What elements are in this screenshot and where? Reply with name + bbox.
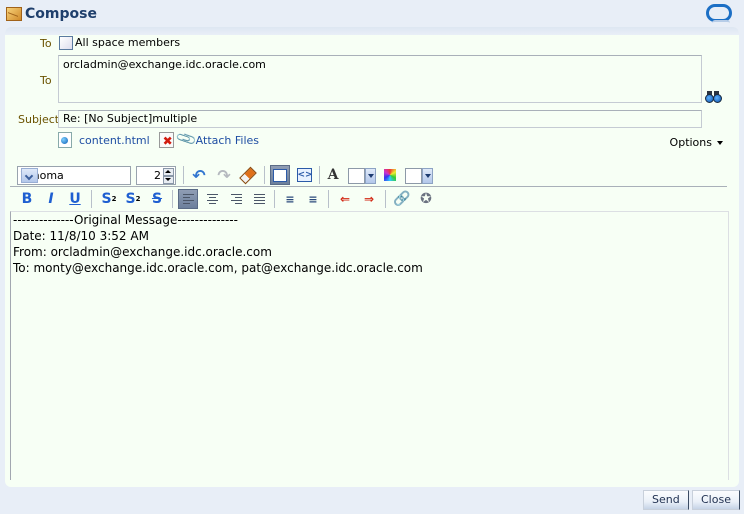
align-right-button[interactable]	[227, 190, 245, 208]
subject-input[interactable]: Re: [No Subject]multiple	[58, 110, 702, 128]
undo-icon[interactable]: ↶	[190, 166, 208, 185]
indent-icon[interactable]: ⇒	[360, 190, 378, 208]
italic-button[interactable]: I	[42, 190, 60, 208]
align-left-button[interactable]	[178, 189, 198, 209]
all-space-members-label: All space members	[75, 36, 181, 49]
font-size-value: 2	[154, 169, 161, 182]
paperclip-icon[interactable]: 📎	[175, 128, 198, 151]
background-color-dropdown[interactable]	[422, 168, 433, 184]
panel-header	[5, 27, 739, 35]
chevron-down-icon[interactable]	[21, 168, 38, 183]
increment-arrow-icon[interactable]	[163, 168, 174, 176]
eraser-icon[interactable]	[239, 166, 257, 184]
bold-button[interactable]: B	[18, 190, 36, 208]
attachment-link[interactable]: content.html	[79, 134, 150, 147]
strikethrough-button[interactable]: S	[148, 190, 166, 208]
numbered-list-icon[interactable]: ≡	[304, 190, 322, 208]
body-line: --------------Original Message----------…	[13, 213, 238, 227]
justify-button[interactable]	[250, 190, 268, 208]
toolbar-separator	[183, 166, 184, 184]
font-family-select[interactable]: Tahoma	[17, 166, 131, 185]
toolbar-separator	[172, 190, 173, 208]
to-label: To	[40, 37, 52, 50]
options-menu[interactable]: Options	[670, 136, 723, 149]
body-line: To: monty@exchange.idc.oracle.com, pat@e…	[13, 261, 423, 275]
text-color-icon[interactable]: A	[324, 166, 342, 184]
superscript-label: S	[125, 191, 136, 207]
options-label: Options	[669, 136, 712, 149]
attachments-row: content.html 📎 Attach Files	[58, 128, 259, 151]
to-recipients-label: To	[40, 74, 52, 87]
outdent-icon[interactable]: ⇐	[336, 190, 354, 208]
decrement-arrow-icon[interactable]	[163, 176, 174, 184]
message-body-editor[interactable]: --------------Original Message----------…	[10, 211, 729, 480]
subject-label: Subject	[18, 113, 60, 126]
subject-value: Re: [No Subject]multiple	[63, 112, 198, 125]
insert-link-icon[interactable]: 🔗	[393, 190, 411, 208]
redo-icon[interactable]: ↷	[215, 166, 233, 185]
background-color-icon[interactable]	[381, 166, 399, 184]
bulleted-list-icon[interactable]: ≡	[281, 190, 299, 208]
background-color-swatch[interactable]	[405, 168, 422, 184]
rich-text-mode-icon[interactable]	[270, 165, 290, 185]
toolbar-separator	[91, 190, 92, 208]
text-color-dropdown[interactable]	[365, 168, 376, 184]
remove-attachment-icon[interactable]	[158, 132, 174, 148]
attach-files-link[interactable]: Attach Files	[196, 134, 259, 147]
body-line: Date: 11/8/10 3:52 AM	[13, 229, 149, 243]
remove-link-icon[interactable]: ✪	[417, 190, 435, 208]
source-code-mode-icon[interactable]: <>	[295, 166, 313, 184]
toolbar-separator	[385, 190, 386, 208]
html-document-icon	[58, 132, 72, 148]
chevron-down-icon	[717, 141, 723, 145]
underline-button[interactable]: U	[66, 190, 84, 208]
font-size-spinner[interactable]: 2	[136, 166, 176, 185]
search-recipients-binoculars-icon[interactable]	[705, 91, 722, 103]
toolbar-separator	[319, 166, 320, 184]
toolbar-divider	[10, 186, 727, 187]
page-title: Compose	[25, 6, 97, 22]
align-center-button[interactable]	[203, 190, 221, 208]
compose-envelope-icon	[6, 7, 22, 21]
title-bar: Compose	[6, 4, 97, 24]
toolbar-separator	[328, 190, 329, 208]
subscript-button[interactable]: S2	[100, 190, 118, 208]
subscript-label: S	[101, 191, 112, 207]
superscript-button[interactable]: S2	[124, 190, 142, 208]
to-recipients-value: orcladmin@exchange.idc.oracle.com	[63, 58, 266, 71]
toolbar-separator	[274, 190, 275, 208]
body-line: From: orcladmin@exchange.idc.oracle.com	[13, 245, 272, 259]
toolbar-separator	[264, 166, 265, 184]
all-space-members-checkbox[interactable]	[59, 36, 73, 50]
close-button[interactable]: Close	[692, 490, 740, 510]
oracle-logo-reflection	[712, 20, 730, 26]
to-recipients-input[interactable]: orcladmin@exchange.idc.oracle.com	[58, 55, 702, 103]
text-color-swatch[interactable]	[348, 168, 365, 184]
send-button[interactable]: Send	[643, 490, 689, 510]
